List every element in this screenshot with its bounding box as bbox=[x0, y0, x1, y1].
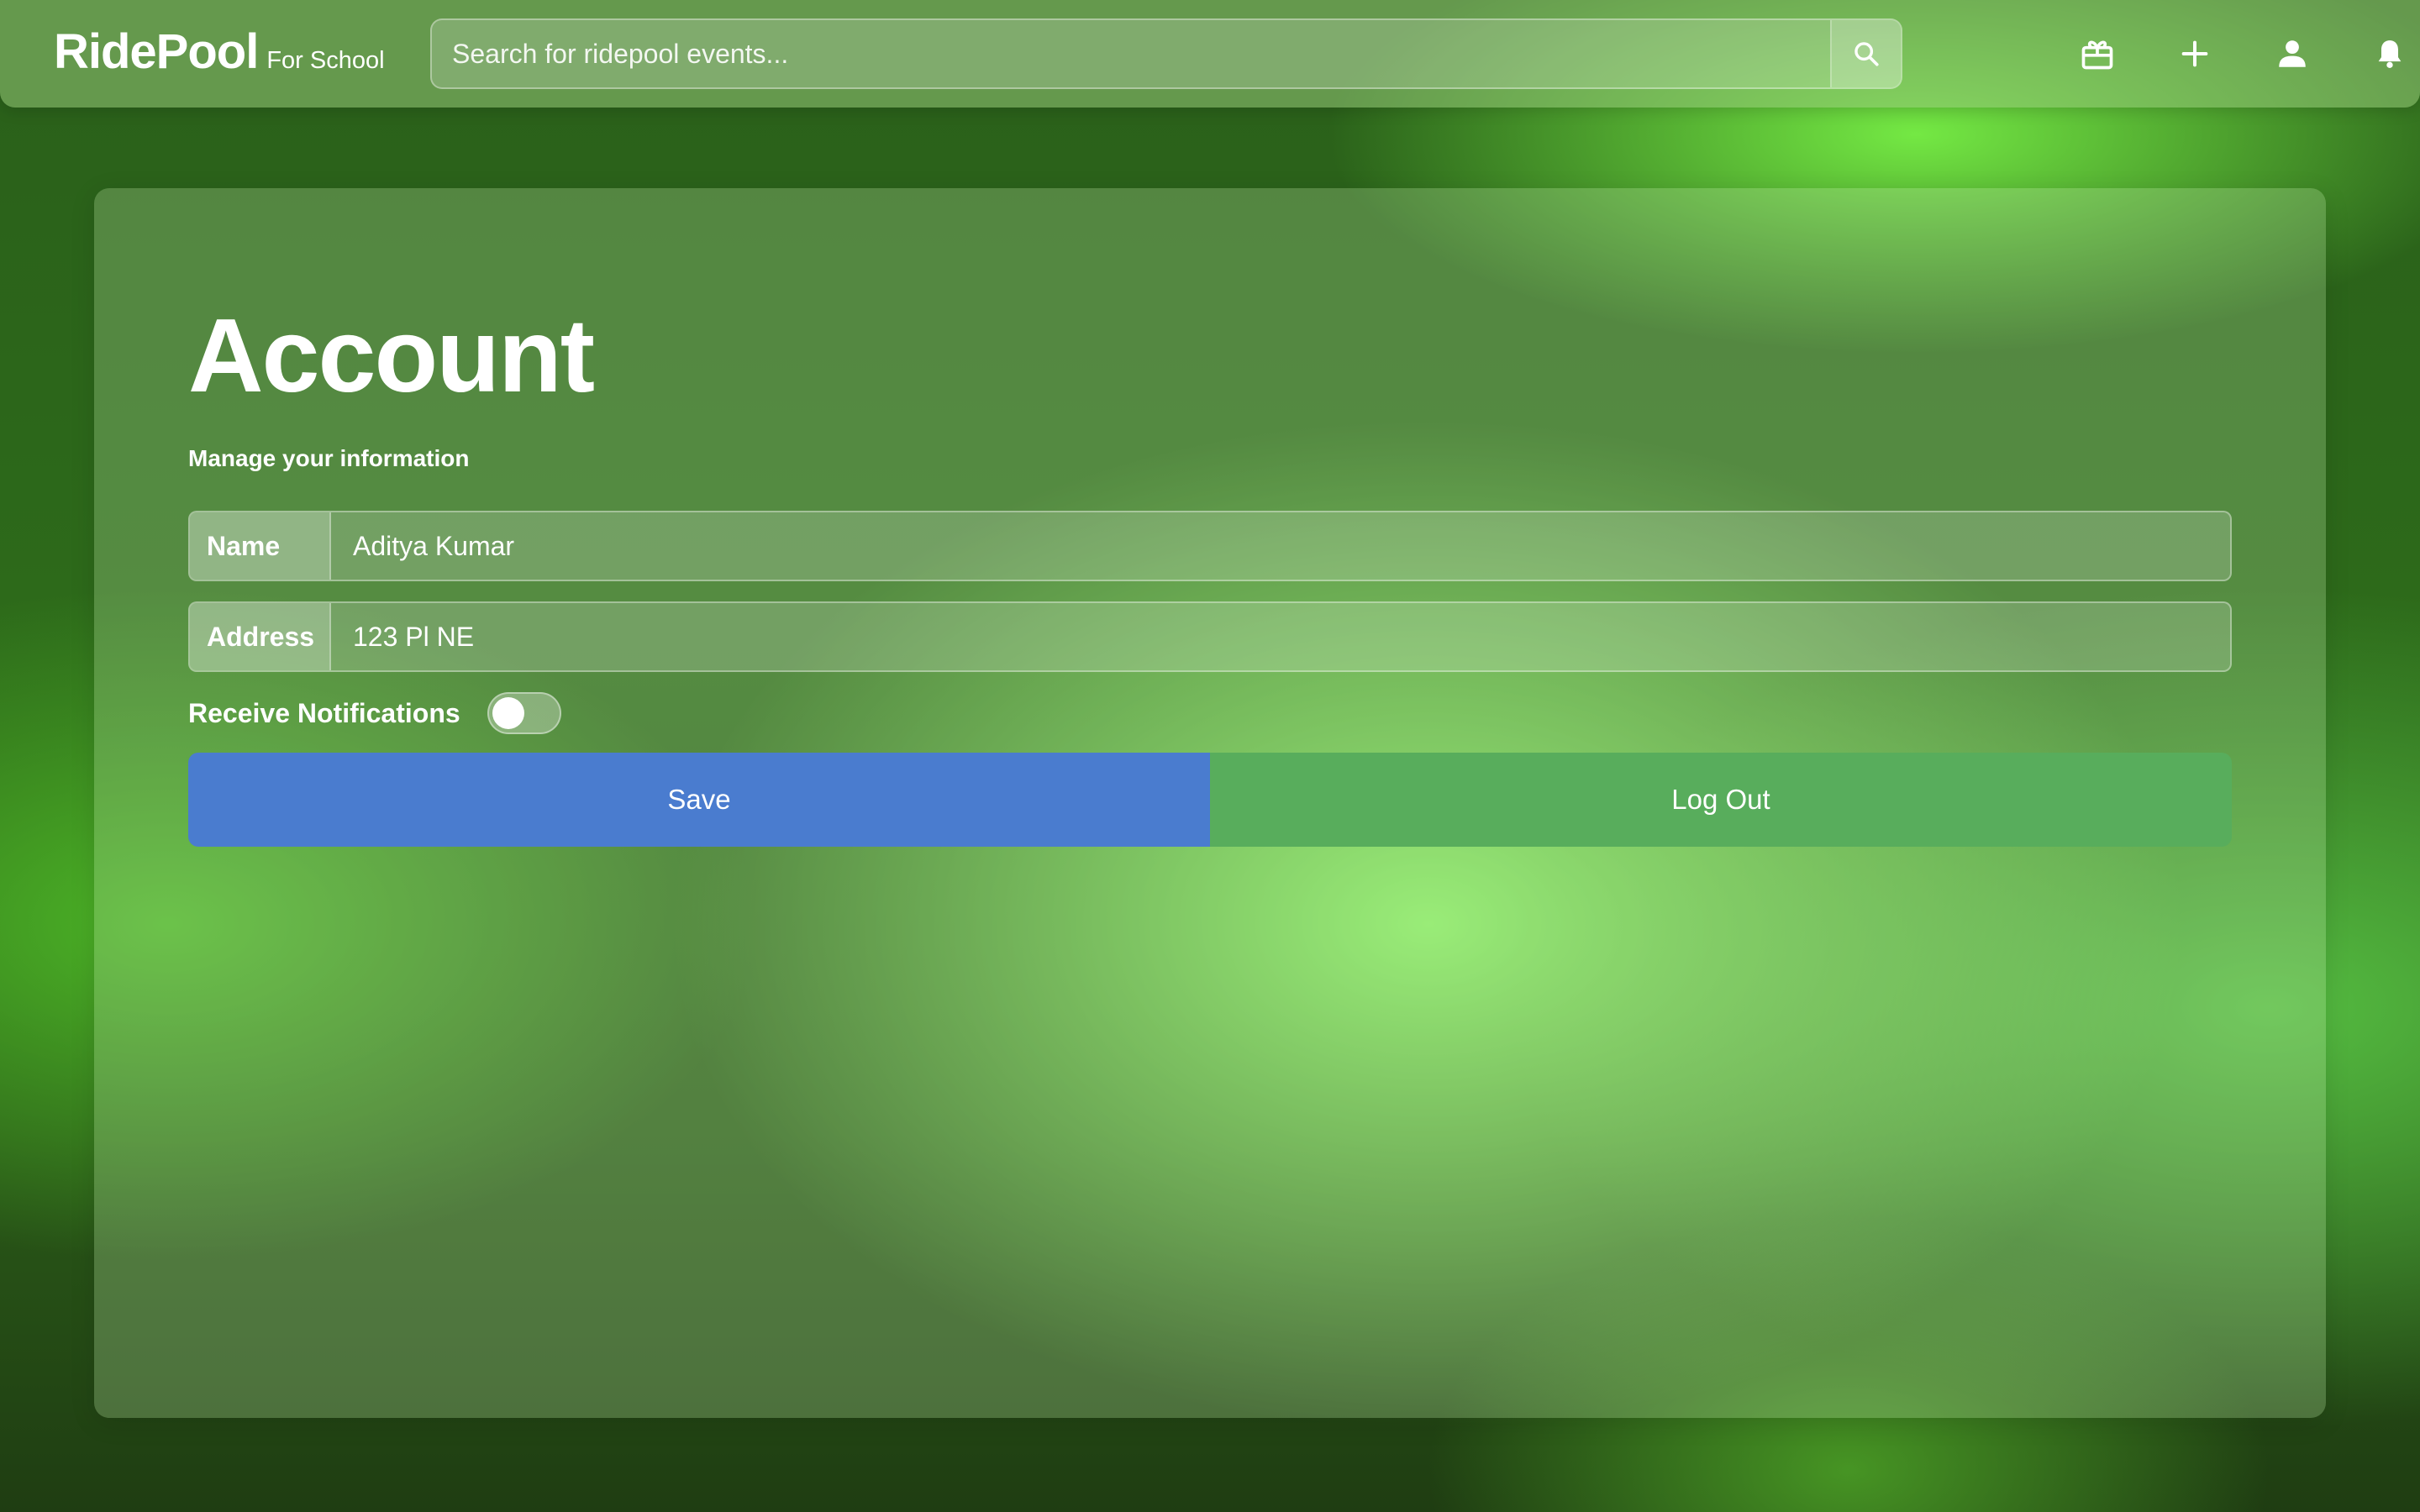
search-input[interactable] bbox=[432, 20, 1833, 87]
notifications-label: Receive Notifications bbox=[188, 697, 460, 728]
user-icon bbox=[2279, 40, 2306, 67]
address-input[interactable] bbox=[331, 603, 2230, 670]
logout-button[interactable]: Log Out bbox=[1210, 753, 2232, 847]
search-button[interactable] bbox=[1830, 20, 1901, 87]
notifications-row: Receive Notifications bbox=[188, 692, 561, 734]
plus-icon bbox=[2181, 40, 2208, 67]
page-title: Account bbox=[188, 298, 595, 414]
top-navbar: RidePool For School bbox=[0, 0, 2420, 108]
page-subtitle: Manage your information bbox=[188, 445, 470, 471]
brand-name: RidePool bbox=[54, 24, 259, 79]
address-field: Address bbox=[188, 601, 2232, 672]
search-bar bbox=[430, 18, 1902, 89]
brand-logo[interactable]: RidePool For School bbox=[54, 24, 385, 80]
name-label: Name bbox=[190, 512, 331, 580]
name-field: Name bbox=[188, 511, 2232, 581]
gift-icon bbox=[2081, 40, 2113, 70]
save-button[interactable]: Save bbox=[188, 753, 1210, 847]
search-icon bbox=[1854, 42, 1879, 66]
bell-icon bbox=[2378, 40, 2402, 68]
name-input[interactable] bbox=[331, 512, 2230, 580]
add-button[interactable] bbox=[2170, 29, 2220, 79]
account-card: Account Manage your information Name Add… bbox=[94, 188, 2326, 1418]
nav-icon-group bbox=[2000, 0, 2420, 108]
notifications-button[interactable] bbox=[2365, 29, 2415, 79]
address-label: Address bbox=[190, 603, 331, 670]
toggle-knob bbox=[492, 697, 524, 729]
profile-button[interactable] bbox=[2267, 29, 2317, 79]
gift-button[interactable] bbox=[2072, 29, 2123, 79]
action-buttons: Save Log Out bbox=[188, 753, 2232, 847]
brand-subtitle: For School bbox=[266, 47, 385, 74]
notifications-toggle[interactable] bbox=[487, 692, 561, 734]
